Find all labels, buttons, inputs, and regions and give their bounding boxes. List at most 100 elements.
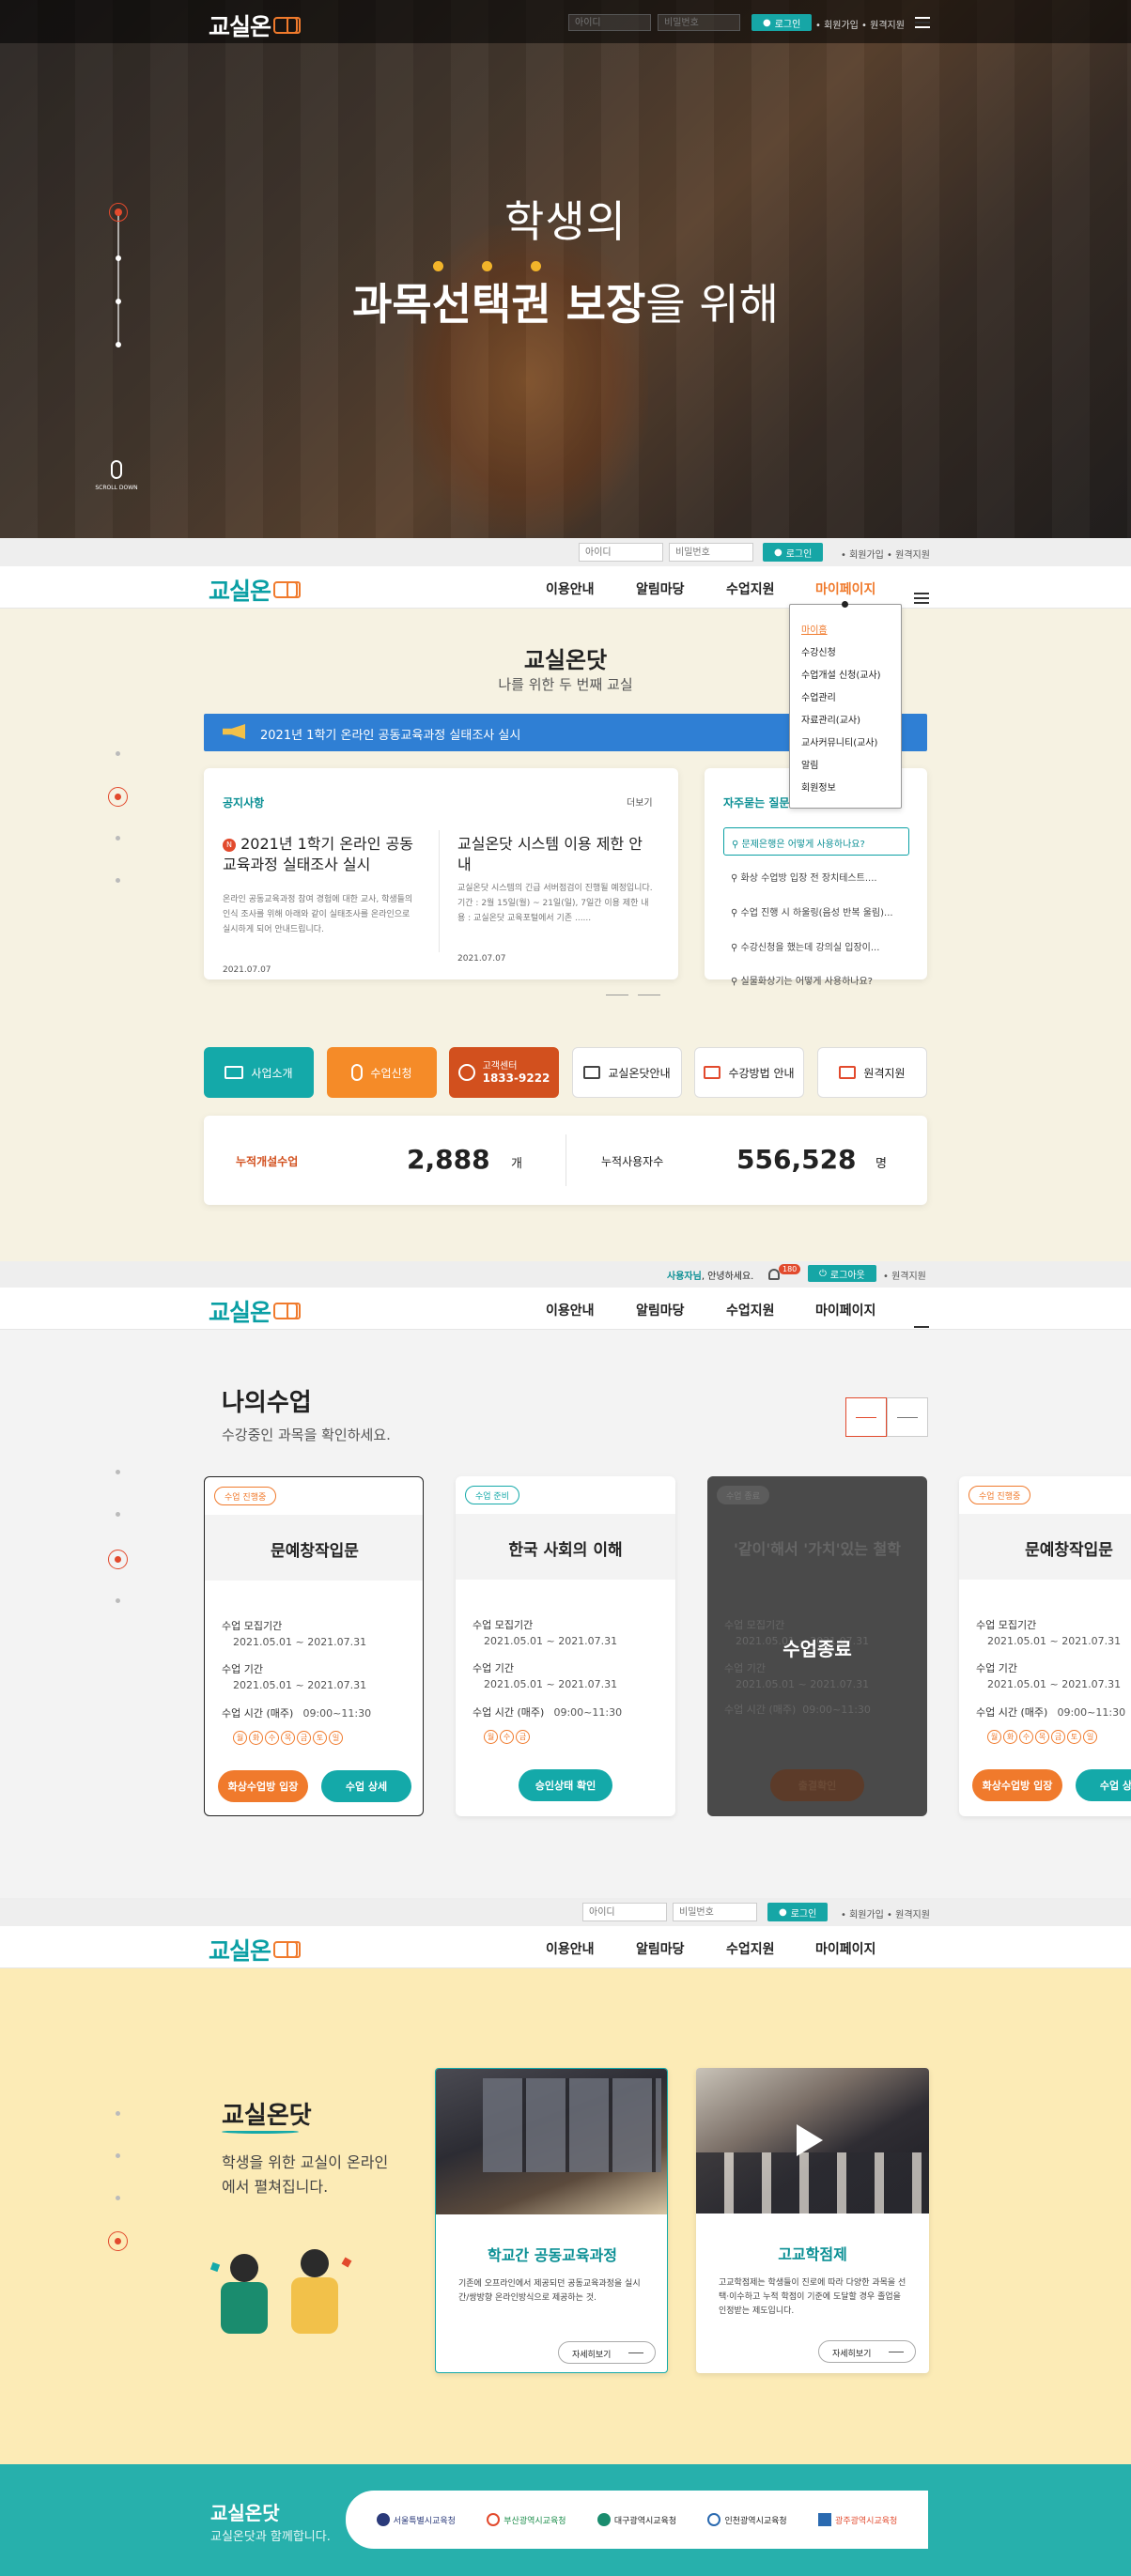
- mouse-icon: [351, 1064, 364, 1081]
- faq-item[interactable]: ⚲ 수업 진행 시 하울링(음성 반복 울림)...: [731, 904, 919, 918]
- partner-logo[interactable]: 대구광역시교육청: [596, 2513, 676, 2526]
- power-icon: ⏻: [819, 1268, 827, 1279]
- scroll-down-label: SCROLL DOWN: [95, 485, 138, 491]
- id-input-4[interactable]: [582, 1903, 667, 1921]
- dropdown-item[interactable]: 알림: [801, 757, 818, 771]
- header-links-2[interactable]: • 회원가입 • 원격지원: [841, 547, 930, 561]
- nav-mypage[interactable]: 마이페이지: [815, 579, 875, 598]
- id-input[interactable]: [568, 14, 651, 31]
- quick-cs-button[interactable]: 고객센터 1833-9222: [449, 1047, 559, 1098]
- login-button-4[interactable]: ● 로그인: [767, 1903, 829, 1921]
- nav-support[interactable]: 수업지원: [726, 1301, 775, 1319]
- feature-title: 고교학점제: [778, 2245, 847, 2263]
- nav-notice[interactable]: 알림마당: [636, 1301, 685, 1319]
- header-links[interactable]: • 회원가입 • 원격지원: [815, 17, 905, 31]
- course-card[interactable]: 수업 진행중 문예창작입문 수업 모집기간 2021.05.01 ~ 2021.…: [204, 1476, 424, 1816]
- notice-item-body: 온라인 공동교육과정 참여 경험에 대한 교사, 학생들의 인식 조사를 위해 …: [223, 895, 413, 934]
- nav-notice[interactable]: 알림마당: [636, 579, 685, 598]
- opened-unit: 개: [511, 1157, 522, 1171]
- course-card[interactable]: 수업 진행중 문예창작입문 수업 모집기간 2021.05.01 ~ 2021.…: [959, 1476, 1131, 1816]
- quick-guide-button[interactable]: 교실온닷안내: [572, 1047, 682, 1098]
- enter-class-button[interactable]: 화상수업방 입장: [972, 1769, 1062, 1801]
- notice-item-title: 교실온닷 시스템 이용 제한 안내: [457, 835, 643, 873]
- approval-status-button[interactable]: 승인상태 확인: [519, 1769, 612, 1801]
- id-input-2[interactable]: [579, 543, 663, 562]
- top-bar-4: [0, 1898, 1131, 1926]
- password-input[interactable]: [658, 14, 740, 31]
- faq-item[interactable]: ⚲ 화상 수업방 입장 전 장치테스트....: [731, 870, 919, 884]
- feature-body: 기존에 오프라인에서 제공되던 공동교육과정을 실시간/쌍방향 온라인방식으로 …: [458, 2279, 641, 2303]
- login-button[interactable]: ● 로그인: [751, 14, 813, 31]
- partner-logo[interactable]: 광주광역시교육청: [818, 2513, 897, 2526]
- nav-guide[interactable]: 이용안내: [546, 579, 595, 598]
- header-links-3[interactable]: • 원격지원: [883, 1268, 926, 1282]
- top-bar-3: [0, 1261, 1131, 1288]
- login-button-2[interactable]: ● 로그인: [763, 543, 824, 562]
- footer-subtitle: 교실온닷과 함께합니다.: [210, 2530, 331, 2544]
- logo-4[interactable]: 교실온: [209, 1933, 302, 1967]
- feature-body: 고교학점제는 학생들이 진로에 따라 다양한 과목을 선택·이수하고 누적 학점…: [719, 2278, 906, 2316]
- feature-title: 학교간 공동교육과정: [487, 2246, 618, 2264]
- feature-more-button[interactable]: 자세히보기: [818, 2340, 916, 2363]
- enter-class-button[interactable]: 화상수업방 입장: [218, 1770, 308, 1802]
- dropdown-item[interactable]: 교사커뮤니티(교사): [801, 734, 877, 748]
- hero-side-nav[interactable]: [109, 203, 128, 347]
- faq-item[interactable]: ⚲ 수강신청을 했는데 강의실 입장이...: [731, 939, 919, 953]
- course-card[interactable]: 수업 종료 '같이'해서 '가치'있는 철학 수업 모집기간 2021.05.0…: [707, 1476, 927, 1816]
- nav-guide[interactable]: 이용안내: [546, 1939, 595, 1958]
- header-links-4[interactable]: • 회원가입 • 원격지원: [841, 1906, 930, 1920]
- nav-support[interactable]: 수업지원: [726, 1939, 775, 1958]
- section2-subtitle: 나를 위한 두 번째 교실: [498, 676, 633, 693]
- section4-desc: 학생을 위한 교실이 온라인에서 펼쳐집니다.: [222, 2153, 389, 2196]
- menu-icon-2[interactable]: [914, 593, 929, 604]
- partner-logo[interactable]: 서울특별시교육청: [376, 2513, 456, 2526]
- dropdown-item[interactable]: 회원정보: [801, 779, 836, 794]
- logo-3[interactable]: 교실온: [209, 1294, 302, 1328]
- notice-item-body: 교실온닷 시스템의 긴급 서버점검이 진행될 예정입니다. 기간 : 2월 15…: [457, 884, 653, 923]
- prev-course-button[interactable]: [845, 1397, 887, 1437]
- feature-more-button[interactable]: 자세히보기: [558, 2341, 656, 2364]
- faq-item[interactable]: ⚲ 실물화상기는 어떻게 사용하나요?: [731, 973, 919, 987]
- course-detail-button[interactable]: 수업 상세: [1076, 1769, 1131, 1801]
- status-badge: 수업 진행중: [214, 1487, 277, 1505]
- menu-icon[interactable]: [915, 17, 930, 28]
- ended-overlay-label: 수업종료: [782, 1638, 852, 1660]
- nav-mypage[interactable]: 마이페이지: [815, 1939, 875, 1958]
- faq-item-active[interactable]: ⚲ 문제은행은 어떻게 사용하나요?: [723, 827, 909, 856]
- partner-logo[interactable]: 인천광역시교육청: [707, 2513, 787, 2526]
- dropdown-item-home[interactable]: 마이홈: [801, 622, 828, 636]
- section2-title: 교실온닷: [523, 647, 608, 673]
- notice-item[interactable]: N 2021년 1학기 온라인 공동교육과정 실태조사 실시 온라인 공동교육과…: [223, 834, 420, 975]
- monitor-icon: [225, 1066, 244, 1079]
- feature-card[interactable]: 고교학점제 고교학점제는 학생들이 진로에 따라 다양한 과목을 선택·이수하고…: [696, 2068, 929, 2373]
- quick-intro-button[interactable]: 사업소개: [204, 1047, 314, 1098]
- attendance-button[interactable]: 출결확인: [770, 1769, 864, 1801]
- partner-logo[interactable]: 부산광역시교육청: [487, 2513, 566, 2526]
- quick-remote-button[interactable]: 원격지원: [817, 1047, 927, 1098]
- course-detail-button[interactable]: 수업 상세: [321, 1770, 411, 1802]
- password-input-2[interactable]: [669, 543, 753, 562]
- play-icon[interactable]: [797, 2124, 823, 2156]
- nav-notice[interactable]: 알림마당: [636, 1939, 685, 1958]
- notice-item-date: 2021.07.07: [223, 965, 271, 975]
- course-card[interactable]: 수업 준비 한국 사회의 이해 수업 모집기간 2021.05.01 ~ 202…: [456, 1476, 675, 1816]
- users-label: 누적사용자수: [601, 1155, 664, 1168]
- notice-more-link[interactable]: 더보기: [627, 794, 653, 809]
- logo-2[interactable]: 교실온: [209, 573, 302, 607]
- dropdown-item[interactable]: 수업개설 신청(교사): [801, 667, 881, 681]
- nav-mypage[interactable]: 마이페이지: [815, 1301, 875, 1319]
- nav-guide[interactable]: 이용안내: [546, 1301, 595, 1319]
- logout-button[interactable]: ⏻ 로그아웃: [808, 1265, 876, 1282]
- notice-item[interactable]: 교실온닷 시스템 이용 제한 안내 교실온닷 시스템의 긴급 서버점검이 진행될…: [457, 834, 655, 964]
- dropdown-item[interactable]: 수업관리: [801, 689, 836, 703]
- dropdown-item[interactable]: 자료관리(교사): [801, 712, 860, 726]
- nav-support[interactable]: 수업지원: [726, 579, 775, 598]
- quick-method-button[interactable]: 수강방법 안내: [694, 1047, 804, 1098]
- dropdown-item[interactable]: 수강신청: [801, 644, 836, 658]
- next-course-button[interactable]: [887, 1397, 928, 1437]
- weekday-list: 월화수목금토일: [233, 1726, 410, 1745]
- logo[interactable]: 교실온: [209, 8, 302, 42]
- feature-card[interactable]: 학교간 공동교육과정 기존에 오프라인에서 제공되던 공동교육과정을 실시간/쌍…: [435, 2068, 668, 2373]
- password-input-4[interactable]: [673, 1903, 757, 1921]
- quick-apply-button[interactable]: 수업신청: [327, 1047, 437, 1098]
